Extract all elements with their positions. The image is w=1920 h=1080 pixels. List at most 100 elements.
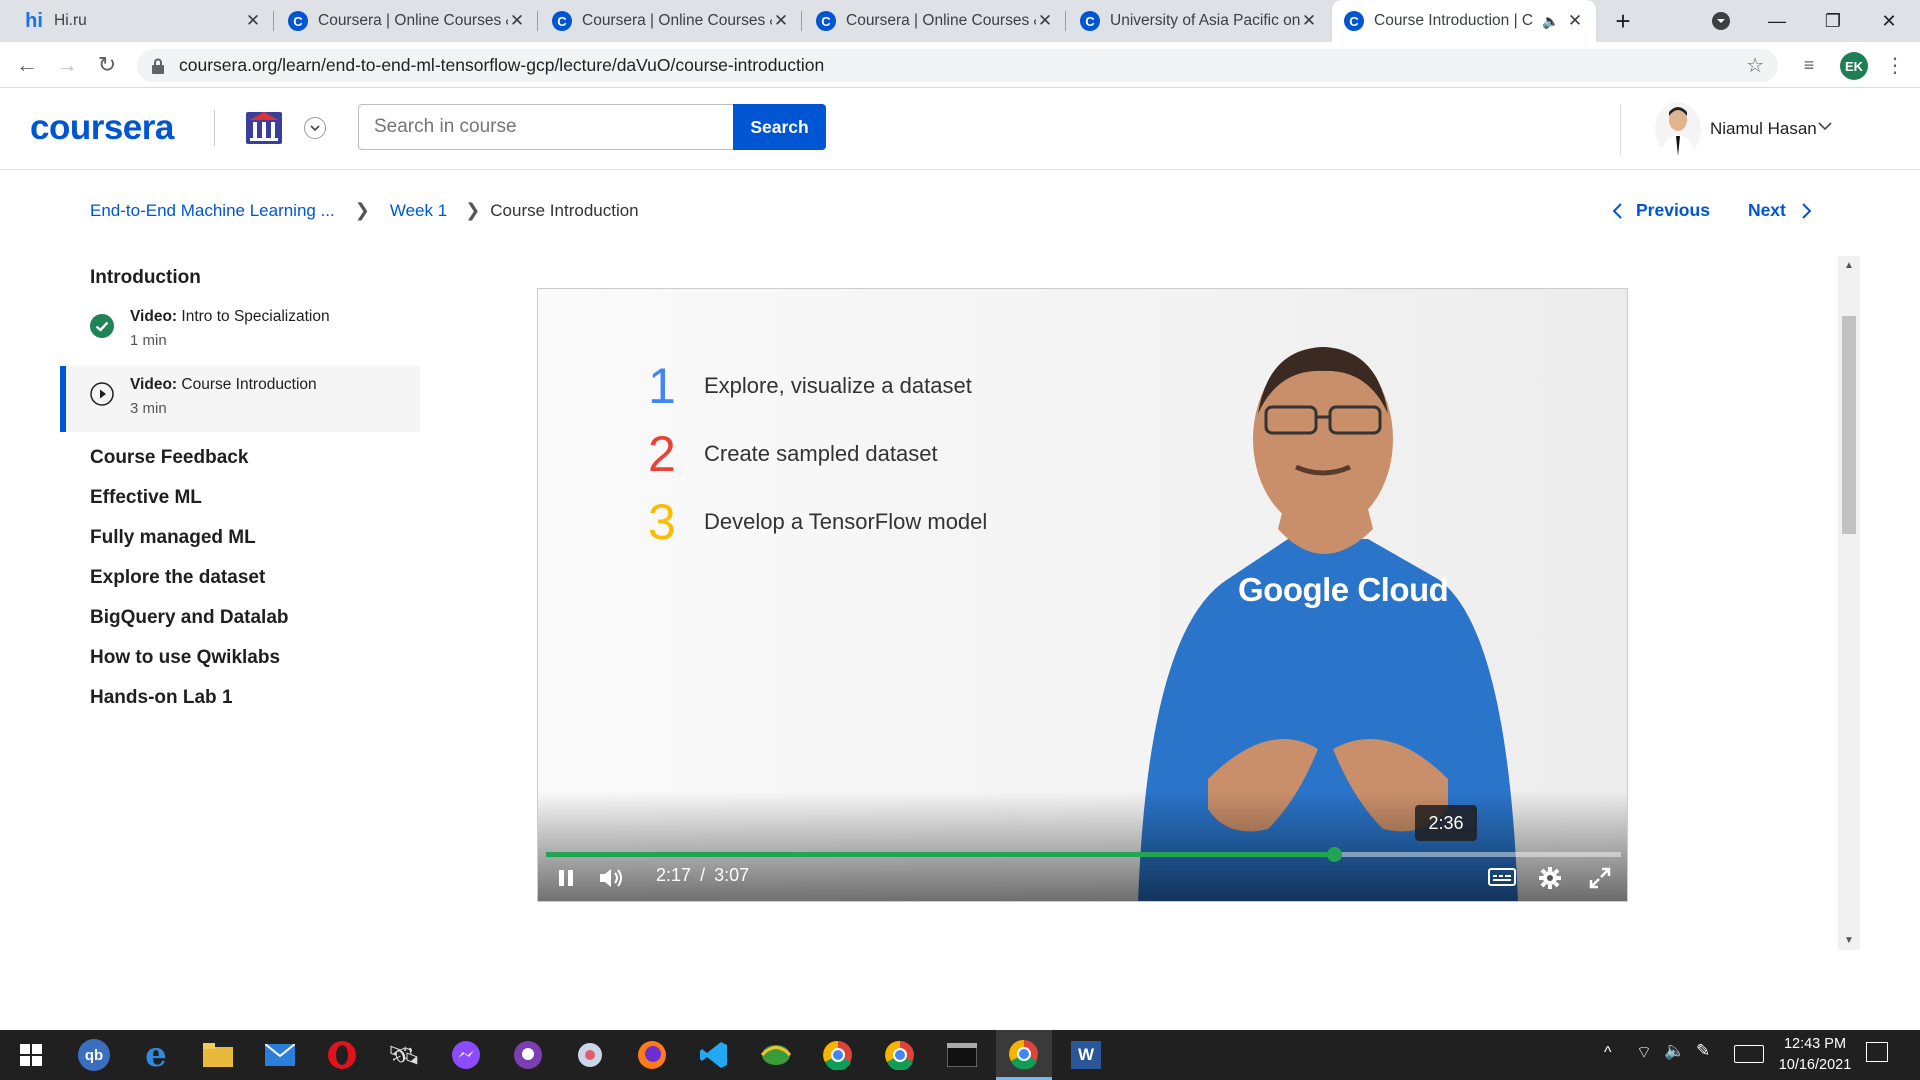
pen-icon[interactable]: ✎ [1696,1041,1710,1061]
bookmark-star-icon[interactable]: ☆ [1746,53,1764,78]
terminal-icon[interactable] [934,1030,990,1080]
pause-button[interactable] [556,863,576,893]
lesson-navigation: Previous Next [1610,200,1814,221]
gear-icon [1539,867,1561,889]
messenger-icon[interactable] [438,1030,494,1080]
chrome-icon[interactable] [872,1030,928,1080]
mail-icon[interactable] [252,1030,308,1080]
university-logo-icon[interactable] [244,106,284,146]
edge-icon[interactable]: e [128,1030,184,1080]
reload-icon[interactable]: ↻ [90,48,124,82]
close-tab-icon[interactable]: ✕ [772,11,790,31]
browser-tab[interactable]: hi Hi.ru ✕ [12,0,274,42]
satellite-app-icon[interactable]: 🛰 [376,1030,432,1080]
close-window-icon[interactable]: ✕ [1864,0,1914,42]
sidebar-section-effective-ml[interactable]: Effective ML [60,478,420,518]
file-explorer-icon[interactable] [190,1030,246,1080]
chevron-down-icon[interactable] [1818,121,1832,131]
notification-icon[interactable] [1866,1042,1888,1062]
item-kind: Video: [130,376,178,393]
browser-menu-icon[interactable]: ⋮ [1878,48,1912,82]
qbittorrent-icon[interactable]: qb [66,1030,122,1080]
scrollbar-thumb[interactable] [1842,316,1856,534]
sidebar-item-intro-to-specialization[interactable]: Video: Intro to Specialization 1 min [60,298,420,364]
browser-tab[interactable]: C Coursera | Online Courses & ✕ [804,0,1066,42]
sidebar-section-course-feedback[interactable]: Course Feedback [60,438,420,478]
next-button[interactable]: Next [1748,200,1814,221]
coursera-icon: C [1344,11,1364,31]
volume-button[interactable] [598,863,626,893]
search-input[interactable] [358,104,734,150]
browser-tab[interactable]: C University of Asia Pacific on ✕ [1068,0,1330,42]
media-control-icon[interactable]: ≡ [1792,48,1826,82]
scroll-up-icon[interactable]: ▲ [1844,260,1854,271]
sidebar-item-course-introduction[interactable]: Video: Course Introduction 3 min [60,366,420,432]
firefox-icon[interactable] [624,1030,680,1080]
sidebar-section-explore-the-dataset[interactable]: Explore the dataset [60,558,420,598]
speaker-icon[interactable]: 🔈 [1542,13,1560,30]
vscode-icon[interactable] [686,1030,742,1080]
breadcrumb-course-link[interactable]: End-to-End Machine Learning ... [90,201,335,221]
back-arrow-icon[interactable]: ← [10,48,44,82]
new-tab-button[interactable]: + [1598,0,1648,42]
profile-avatar[interactable]: EK [1840,52,1868,80]
previous-button[interactable]: Previous [1610,200,1710,221]
clock-date: 10/16/2021 [1778,1057,1852,1073]
sidebar-section-introduction[interactable]: Introduction [60,258,420,298]
close-tab-icon[interactable]: ✕ [508,11,526,31]
windows-start-icon[interactable] [3,1030,59,1080]
tab-search-icon[interactable] [1696,0,1746,42]
maximize-window-icon[interactable]: ❐ [1808,0,1858,42]
user-name[interactable]: Niamul Hasan [1710,119,1817,139]
slide-point-text: Create sampled dataset [704,441,938,466]
chevron-left-icon [1612,202,1622,219]
scrubber-handle[interactable] [1326,847,1342,862]
browser-tab-active[interactable]: C Course Introduction | C 🔈 ✕ [1332,0,1596,42]
word-icon[interactable]: W [1058,1030,1114,1080]
sidebar-section-bigquery-and-datalab[interactable]: BigQuery and Datalab [60,598,420,638]
chevron-down-icon[interactable] [304,117,326,139]
github-desktop-icon[interactable] [500,1030,556,1080]
shirt-text: Google Cloud [1238,571,1449,608]
search-button[interactable]: Search [733,104,826,150]
progress-fill [546,852,1334,857]
video-progress-bar[interactable] [546,847,1621,862]
scroll-down-icon[interactable]: ▼ [1844,935,1854,946]
opera-icon[interactable] [314,1030,370,1080]
close-tab-icon[interactable]: ✕ [1300,11,1318,31]
network-icon[interactable]: ⌔ [1636,1042,1652,1063]
globe-app-icon[interactable] [748,1030,804,1080]
close-tab-icon[interactable]: ✕ [1036,11,1054,31]
video-player[interactable]: 1 Explore, visualize a dataset 2 Create … [537,288,1628,902]
slide-point-text: Explore, visualize a dataset [704,373,972,398]
address-bar[interactable]: coursera.org/learn/end-to-end-ml-tensorf… [137,49,1778,82]
close-tab-icon[interactable]: ✕ [244,11,262,31]
sidebar-section-how-to-use-qwiklabs[interactable]: How to use Qwiklabs [60,638,420,678]
keyboard-icon[interactable] [1734,1045,1764,1063]
fullscreen-button[interactable] [1588,863,1612,893]
captions-button[interactable] [1488,863,1516,893]
close-tab-icon[interactable]: ✕ [1566,11,1584,31]
breadcrumb-current: Course Introduction [490,200,639,220]
settings-button[interactable] [1538,863,1562,893]
taskbar-clock[interactable]: 12:43 PM 10/16/2021 [1770,1034,1860,1076]
coursera-icon: C [1080,11,1100,31]
chrome-icon[interactable] [810,1030,866,1080]
item-title: Course Introduction [181,376,317,393]
app-icon[interactable] [562,1030,618,1080]
user-avatar[interactable] [1655,102,1701,156]
page-scrollbar[interactable]: ▲ ▼ [1838,256,1860,950]
browser-tab[interactable]: C Coursera | Online Courses & ✕ [276,0,538,42]
browser-tab[interactable]: C Coursera | Online Courses & ✕ [540,0,802,42]
forward-arrow-icon[interactable]: → [50,48,84,82]
coursera-icon: C [552,11,572,31]
show-hidden-icons-icon[interactable]: ^ [1604,1044,1612,1062]
volume-icon[interactable]: 🔈 [1664,1041,1685,1061]
coursera-logo[interactable]: coursera [30,108,174,148]
breadcrumb-week-link[interactable]: Week 1 [390,201,447,221]
sidebar-section-fully-managed-ml[interactable]: Fully managed ML [60,518,420,558]
chrome-icon[interactable] [996,1030,1052,1080]
minimize-window-icon[interactable]: — [1752,0,1802,42]
total-duration: 3:07 [714,865,750,885]
sidebar-section-hands-on-lab-1[interactable]: Hands-on Lab 1 [60,678,420,718]
